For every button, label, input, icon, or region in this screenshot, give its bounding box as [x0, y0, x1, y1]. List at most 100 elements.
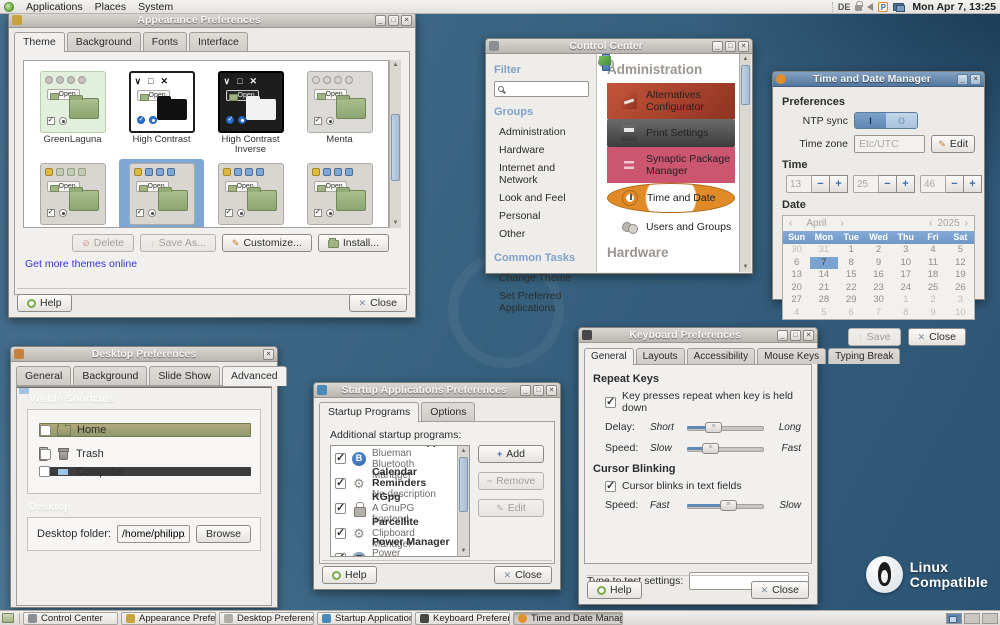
tab-theme[interactable]: Theme	[14, 32, 65, 52]
theme-item[interactable]: Open Menta	[297, 67, 382, 157]
startup-list-scrollbar[interactable]: ▲ ▼	[457, 446, 469, 556]
close-button[interactable]: ✕	[970, 74, 981, 85]
blink-speed-slider[interactable]	[687, 500, 764, 511]
calendar-day[interactable]: 24	[892, 282, 919, 295]
ntp-sync-toggle[interactable]: I O	[854, 112, 918, 129]
group-item[interactable]: Hardware	[494, 141, 589, 159]
calendar-day[interactable]: 31	[810, 244, 837, 257]
minimize-button[interactable]: _	[520, 385, 531, 396]
save-button[interactable]: ↑Save	[848, 328, 900, 346]
tab-background[interactable]: Background	[67, 32, 141, 51]
program-enabled-checkbox[interactable]	[335, 453, 346, 464]
volume-icon[interactable]	[867, 3, 873, 11]
repeat-speed-slider[interactable]	[687, 443, 764, 454]
calendar-day[interactable]: 2	[919, 294, 946, 307]
close-button[interactable]: ✕	[803, 330, 814, 341]
help-button[interactable]: Help	[17, 294, 72, 312]
minimize-button[interactable]: _	[777, 330, 788, 341]
desktop-folder-field[interactable]	[117, 525, 190, 543]
minimize-button[interactable]: _	[712, 41, 723, 52]
calendar-day[interactable]: 11	[919, 257, 946, 270]
calendar-day[interactable]: 26	[947, 282, 974, 295]
maximize-button[interactable]: □	[725, 41, 736, 52]
minimize-button[interactable]: _	[957, 74, 968, 85]
calendar-day[interactable]: 30	[783, 244, 810, 257]
show-desktop-button[interactable]	[2, 613, 14, 623]
shortcut-checkbox[interactable]	[39, 466, 50, 477]
common-task-item[interactable]: Set Preferred Applications	[494, 287, 589, 317]
minutes-minus-button[interactable]: −	[879, 175, 897, 193]
calendar-day[interactable]: 3	[947, 294, 974, 307]
maximize-button[interactable]: □	[533, 385, 544, 396]
workspace-2[interactable]	[964, 613, 980, 624]
appearance-titlebar[interactable]: Appearance Preferences _ □ ✕	[9, 13, 415, 28]
calendar-day[interactable]: 16	[865, 269, 892, 282]
theme-item[interactable]: Open TraditionalOk	[119, 159, 204, 228]
remove-button[interactable]: −Remove	[478, 472, 544, 490]
close-button[interactable]: ✕	[401, 15, 412, 26]
filter-search-box[interactable]	[494, 81, 589, 97]
calendar-day[interactable]: 10	[892, 257, 919, 270]
tab-general[interactable]: General	[584, 348, 634, 365]
close-dialog-button[interactable]: ✕Close	[494, 566, 552, 584]
calendar-day[interactable]: 9	[865, 257, 892, 270]
calendar-day[interactable]: 7	[865, 307, 892, 320]
calendar-day[interactable]: 3	[892, 244, 919, 257]
startup-program-row[interactable]: Power Manager Power management daemon	[331, 546, 457, 557]
program-enabled-checkbox[interactable]	[335, 478, 346, 489]
delete-theme-button[interactable]: ⊘Delete	[72, 234, 134, 252]
calendar-day[interactable]: 4	[783, 307, 810, 320]
lock-keys-icon[interactable]	[855, 5, 862, 11]
calendar-day[interactable]: 18	[919, 269, 946, 282]
calendar-day[interactable]: 15	[838, 269, 865, 282]
calendar-day[interactable]: 6	[783, 257, 810, 270]
hours-plus-button[interactable]: +	[830, 175, 848, 193]
keyboard-titlebar[interactable]: Keyboard Preferences _ □ ✕	[579, 328, 817, 343]
taskbar-window-button[interactable]: Time and Date Manager	[513, 612, 623, 625]
calendar-day[interactable]: 29	[838, 294, 865, 307]
control-center-item[interactable]: Synaptic Package Manager	[607, 147, 735, 183]
tab-options[interactable]: Options	[421, 402, 475, 421]
desktop-prefs-titlebar[interactable]: Desktop Preferences ✕	[11, 347, 277, 362]
tab-accessibility[interactable]: Accessibility	[687, 348, 755, 364]
install-button[interactable]: Install...	[318, 234, 389, 252]
calendar-day[interactable]: 21	[810, 282, 837, 295]
workspace-1[interactable]	[946, 613, 962, 624]
calendar-day[interactable]: 14	[810, 269, 837, 282]
taskbar-window-button[interactable]: Appearance Preferen...	[121, 612, 216, 625]
tab-general[interactable]: General	[16, 366, 71, 385]
calendar-day[interactable]: 5	[810, 307, 837, 320]
workspace-switcher[interactable]	[946, 613, 998, 624]
close-dialog-button[interactable]: ✕Close	[751, 581, 809, 599]
theme-scrollbar[interactable]: ▲ ▼	[389, 60, 401, 228]
control-center-scrollbar[interactable]: ▲ ▼	[739, 54, 751, 272]
control-center-item[interactable]: Bluetooth Adapters	[607, 266, 735, 272]
calendar-day[interactable]: 25	[919, 282, 946, 295]
calendar-day[interactable]: 19	[947, 269, 974, 282]
minutes-plus-button[interactable]: +	[897, 175, 915, 193]
theme-item[interactable]: Open GreenLaguna	[30, 67, 115, 157]
close-button[interactable]: ✕	[546, 385, 557, 396]
prev-year-button[interactable]: ‹	[929, 218, 932, 229]
tab-fonts[interactable]: Fonts	[143, 32, 187, 51]
close-button[interactable]: ✕	[263, 349, 274, 360]
minimize-button[interactable]: _	[375, 15, 386, 26]
menu-system[interactable]: System	[138, 1, 173, 13]
tab-background[interactable]: Background	[73, 366, 147, 385]
next-year-button[interactable]: ›	[965, 218, 968, 229]
calendar-day[interactable]: 5	[947, 244, 974, 257]
close-dialog-button[interactable]: ✕Close	[349, 294, 407, 312]
time-date-titlebar[interactable]: Time and Date Manager _ ✕	[773, 72, 984, 87]
delay-slider[interactable]	[687, 422, 764, 433]
group-item[interactable]: Internet and Network	[494, 159, 589, 189]
theme-item[interactable]: Open TraditionalGreen	[30, 159, 115, 228]
startup-titlebar[interactable]: Startup Applications Preferences _ □ ✕	[314, 383, 560, 398]
theme-item[interactable]: Open YaruOk	[297, 159, 382, 228]
edit-timezone-button[interactable]: ✎Edit	[931, 135, 975, 153]
group-item[interactable]: Other	[494, 225, 589, 243]
theme-item[interactable]: Open High Contrast	[119, 67, 204, 157]
workspace-3[interactable]	[982, 613, 998, 624]
distro-menu-icon[interactable]	[4, 2, 14, 12]
seconds-plus-button[interactable]: +	[964, 175, 982, 193]
theme-item[interactable]: Open High Contrast Inverse	[208, 67, 293, 157]
